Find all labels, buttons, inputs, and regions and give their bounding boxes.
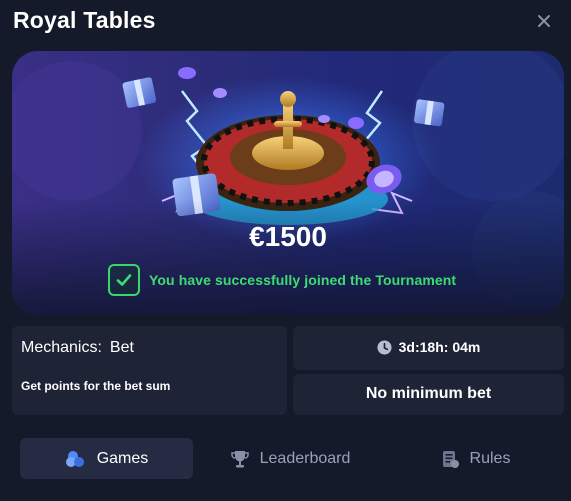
timer-minutes: 04m — [452, 339, 481, 355]
trophy-icon — [230, 449, 250, 469]
mechanics-label: Mechanics: — [21, 339, 102, 356]
timer-hours: 18h — [419, 339, 444, 355]
mechanics-line: Mechanics: Bet — [21, 339, 134, 357]
tab-games[interactable]: Games — [20, 438, 193, 479]
timer-sep-2: : — [443, 339, 453, 355]
page-title: Royal Tables — [13, 7, 156, 33]
clock-icon — [377, 339, 392, 355]
min-bet-text: No minimum bet — [365, 385, 492, 402]
mechanics-description: Get points for the bet sum — [21, 379, 171, 393]
tab-leaderboard-label: Leaderboard — [259, 449, 351, 467]
joined-status: You have successfully joined the Tournam… — [108, 264, 456, 296]
close-icon — [538, 15, 550, 27]
tab-games-label: Games — [96, 449, 149, 467]
tournament-banner: €1500 You have successfully joined the T… — [12, 51, 564, 315]
tab-bar: Games Leaderboard Rules — [20, 438, 556, 479]
tab-rules-label: Rules — [469, 449, 511, 467]
tab-rules[interactable]: Rules — [415, 438, 535, 479]
joined-message: You have successfully joined the Tournam… — [149, 272, 457, 288]
mechanics-card: Mechanics: Bet Get points for the bet sum — [12, 326, 287, 415]
games-icon — [65, 450, 87, 468]
check-icon — [108, 264, 140, 296]
timer-card: 3d:18h: 04m — [293, 326, 564, 370]
rules-icon — [440, 449, 460, 469]
timer-days: 3d — [398, 339, 415, 355]
close-button[interactable] — [534, 11, 554, 31]
tab-leaderboard[interactable]: Leaderboard — [210, 438, 370, 479]
prize-amount: €1500 — [249, 221, 327, 252]
min-bet-card: No minimum bet — [293, 374, 564, 415]
countdown-timer: 3d:18h: 04m — [293, 339, 564, 355]
header: Royal Tables — [0, 0, 571, 44]
mechanics-value: Bet — [109, 339, 134, 356]
